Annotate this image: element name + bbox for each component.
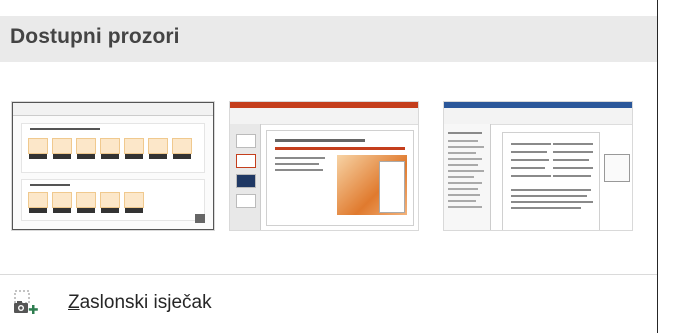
section-title: Dostupni prozori: [10, 25, 180, 48]
divider: [0, 274, 657, 275]
thumbnail-tile: [172, 138, 192, 159]
accesskey-letter: Z: [68, 292, 80, 313]
screen-clipping-button[interactable]: Zaslonski isječak: [0, 282, 657, 322]
ribbon: [444, 102, 632, 125]
window-thumbnail-powerpoint[interactable]: [230, 102, 418, 230]
comment-box: [604, 154, 630, 182]
thumbnail-tile: [124, 138, 144, 159]
screen-clipping-label: Zaslonski isječak: [68, 292, 212, 314]
thumbnail-tile: [76, 138, 96, 159]
thumbnail-tile: [28, 192, 48, 213]
thumbnail-tile: [124, 192, 144, 213]
thumbnail-tile: [52, 192, 72, 213]
thumbnail-group: [21, 123, 205, 173]
thumbnail-tile: [76, 192, 96, 213]
window-thumbnail-browser[interactable]: [12, 102, 214, 230]
thumbnail-tile: [100, 192, 120, 213]
thumbnail-group: [21, 179, 205, 221]
document-page: [502, 132, 600, 230]
navigation-pane: [444, 124, 491, 230]
screen-clipping-label-text: aslonski isječak: [79, 292, 212, 313]
thumbnail-scroll-icon: [195, 214, 205, 223]
section-header: Dostupni prozori: [0, 16, 657, 62]
thumbnail-frame: [12, 102, 214, 230]
slide-canvas: [266, 130, 414, 226]
available-windows-panel: Dostupni prozori Zaslonski isječak: [0, 0, 658, 333]
thumbnail-tile: [100, 138, 120, 159]
slide-panel: [230, 124, 261, 230]
thumbnail-text-line: [30, 184, 70, 186]
thumbnail-tile: [148, 138, 168, 159]
window-thumbnail-word[interactable]: [444, 102, 632, 230]
thumbnail-tile: [28, 138, 48, 159]
window-thumbnail-list: [0, 96, 657, 236]
thumbnail-text-line: [30, 128, 100, 130]
thumbnail-tile: [52, 138, 72, 159]
browser-toolbar: [13, 103, 213, 116]
ribbon: [230, 102, 418, 125]
screen-clipping-icon: [14, 290, 38, 314]
